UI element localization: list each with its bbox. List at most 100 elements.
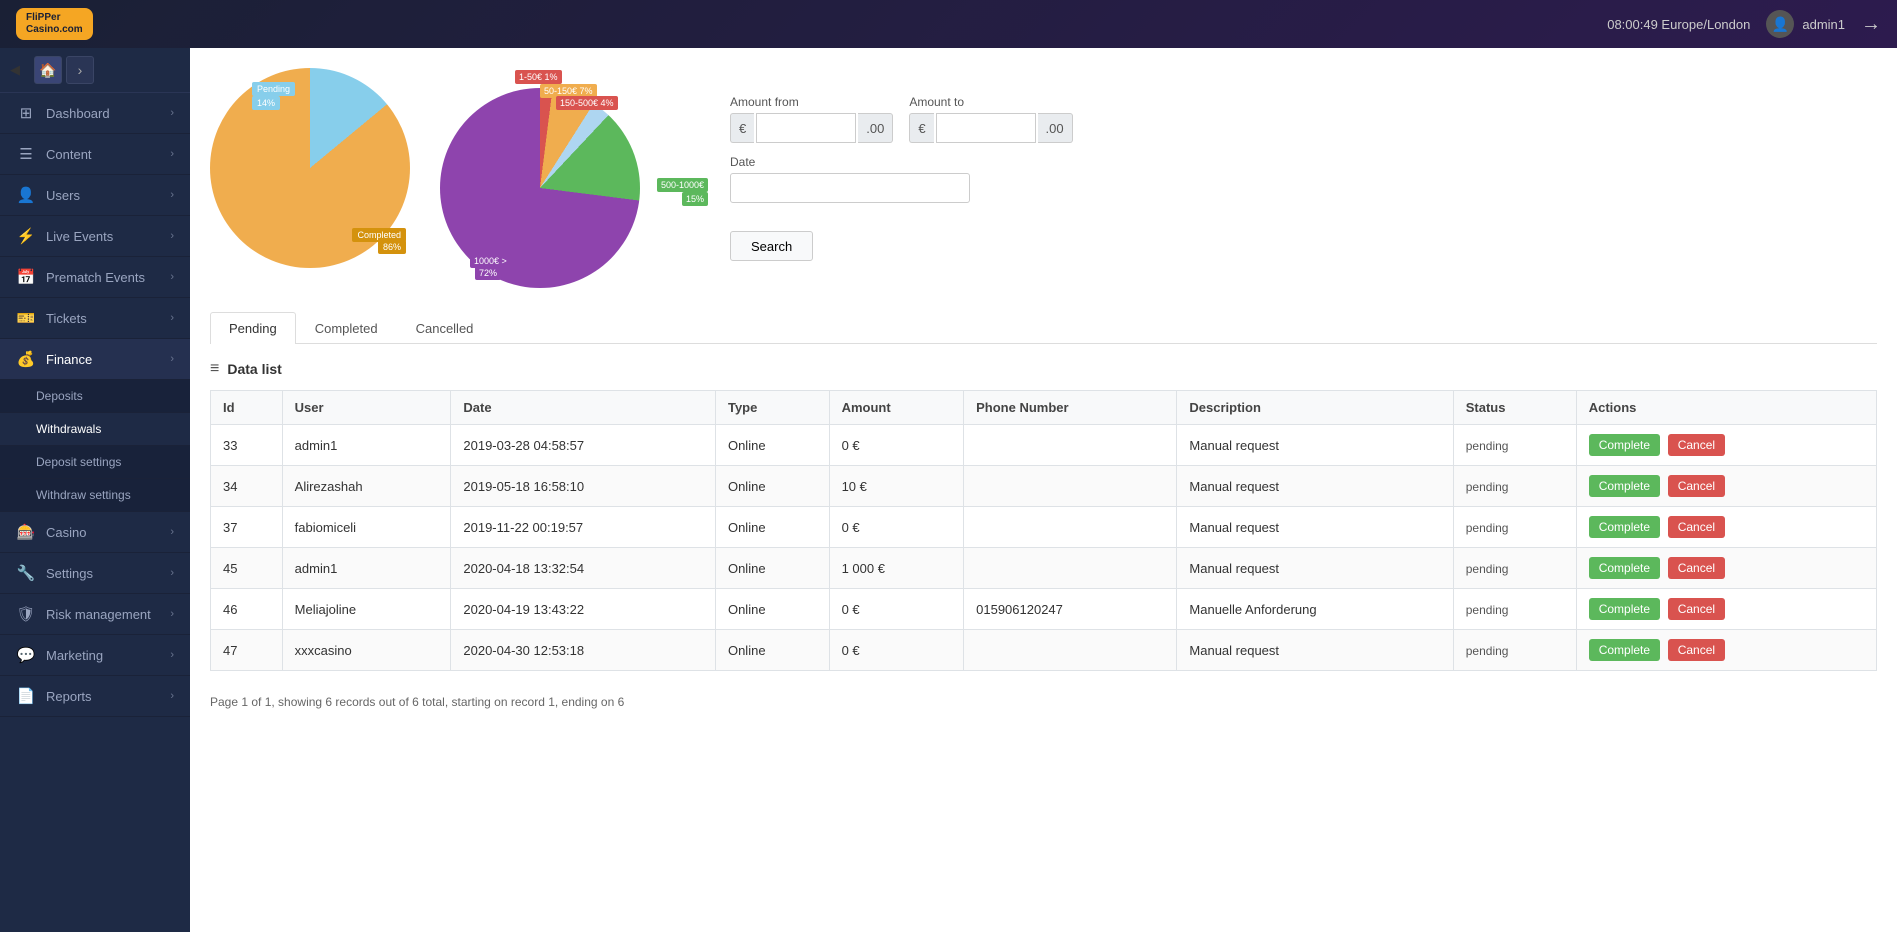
nav-breadcrumb: 🏠 › xyxy=(34,56,94,84)
completed-pct-label: 86% xyxy=(378,240,406,254)
chevron-right-icon: › xyxy=(170,271,174,283)
sidebar-item-risk-management[interactable]: 🛡 Risk management › xyxy=(0,594,190,635)
cell-status: pending xyxy=(1453,466,1576,507)
cell-description: Manual request xyxy=(1177,425,1453,466)
complete-button[interactable]: Complete xyxy=(1589,557,1660,579)
sidebar-subitem-deposits[interactable]: Deposits xyxy=(0,380,190,413)
sidebar-collapse-button[interactable]: ◀ xyxy=(10,62,20,78)
risk-icon: 🛡 xyxy=(16,605,36,623)
sidebar-subitem-deposit-settings[interactable]: Deposit settings xyxy=(0,446,190,479)
sidebar-item-settings[interactable]: 🔧 Settings › xyxy=(0,553,190,594)
sidebar-settings-label: Settings xyxy=(46,566,93,581)
complete-button[interactable]: Complete xyxy=(1589,598,1660,620)
chevron-right-icon: › xyxy=(170,189,174,201)
range-4-label: 500-1000€ xyxy=(657,178,708,192)
cell-user: admin1 xyxy=(282,548,451,589)
sidebar-top: ◀ 🏠 › xyxy=(0,48,190,93)
pagination-text: Page 1 of 1, showing 6 records out of 6 … xyxy=(210,695,624,709)
cell-id: 46 xyxy=(211,589,283,630)
cancel-button[interactable]: Cancel xyxy=(1668,557,1725,579)
logo: FliPPer Casino.com xyxy=(16,8,93,40)
cell-user: xxxcasino xyxy=(282,630,451,671)
cell-actions: Complete Cancel xyxy=(1576,507,1876,548)
cell-id: 34 xyxy=(211,466,283,507)
complete-button[interactable]: Complete xyxy=(1589,639,1660,661)
cancel-button[interactable]: Cancel xyxy=(1668,434,1725,456)
sidebar-item-live-events[interactable]: ⚡ Live Events › xyxy=(0,216,190,257)
cell-type: Online xyxy=(715,425,829,466)
sidebar-live-events-label: Live Events xyxy=(46,229,113,244)
cancel-button[interactable]: Cancel xyxy=(1668,598,1725,620)
col-date: Date xyxy=(451,391,716,425)
sidebar-item-marketing[interactable]: 💬 Marketing › xyxy=(0,635,190,676)
sidebar-item-users[interactable]: 👤 Users › xyxy=(0,175,190,216)
sidebar-item-tickets[interactable]: 🎫 Tickets › xyxy=(0,298,190,339)
col-phone: Phone Number xyxy=(964,391,1177,425)
date-input[interactable] xyxy=(730,173,970,203)
logout-icon[interactable]: → xyxy=(1861,13,1881,36)
cell-type: Online xyxy=(715,507,829,548)
tab-cancelled[interactable]: Cancelled xyxy=(397,312,493,344)
pagination-info: Page 1 of 1, showing 6 records out of 6 … xyxy=(210,687,1877,717)
date-group: Date xyxy=(730,155,970,203)
sidebar-deposits-label: Deposits xyxy=(36,389,83,403)
amount-to-input[interactable] xyxy=(936,113,1036,143)
sidebar-prematch-label: Prematch Events xyxy=(46,270,145,285)
complete-button[interactable]: Complete xyxy=(1589,434,1660,456)
topbar-username: admin1 xyxy=(1802,17,1845,32)
amount-from-currency: € xyxy=(730,113,754,143)
logo-line2: Casino.com xyxy=(26,24,83,36)
col-actions: Actions xyxy=(1576,391,1876,425)
complete-button[interactable]: Complete xyxy=(1589,475,1660,497)
cancel-button[interactable]: Cancel xyxy=(1668,639,1725,661)
table-row: 47 xxxcasino 2020-04-30 12:53:18 Online … xyxy=(211,630,1877,671)
cell-phone xyxy=(964,507,1177,548)
cancel-button[interactable]: Cancel xyxy=(1668,475,1725,497)
date-label: Date xyxy=(730,155,970,169)
sidebar-withdrawals-label: Withdrawals xyxy=(36,422,101,436)
charts-filter-area: Pending 14% Completed 86% xyxy=(210,68,1877,288)
search-button[interactable]: Search xyxy=(730,231,813,261)
reports-icon: 📄 xyxy=(16,687,36,705)
users-icon: 👤 xyxy=(16,186,36,204)
sidebar-item-prematch-events[interactable]: 📅 Prematch Events › xyxy=(0,257,190,298)
table-row: 45 admin1 2020-04-18 13:32:54 Online 1 0… xyxy=(211,548,1877,589)
sidebar-finance-label: Finance xyxy=(46,352,92,367)
nav-forward-button[interactable]: › xyxy=(66,56,94,84)
sidebar-item-dashboard[interactable]: ⊞ Dashboard › xyxy=(0,93,190,134)
sidebar-item-reports[interactable]: 📄 Reports › xyxy=(0,676,190,717)
sidebar-item-label: Dashboard xyxy=(46,106,110,121)
sidebar-item-content[interactable]: ☰ Content › xyxy=(0,134,190,175)
complete-button[interactable]: Complete xyxy=(1589,516,1660,538)
pie-chart-status: Pending 14% Completed 86% xyxy=(210,68,410,288)
cell-phone xyxy=(964,548,1177,589)
user-avatar: 👤 xyxy=(1766,10,1794,38)
cell-id: 47 xyxy=(211,630,283,671)
tab-pending[interactable]: Pending xyxy=(210,312,296,344)
nav-home-button[interactable]: 🏠 xyxy=(34,56,62,84)
date-filter-row: Date xyxy=(730,155,1877,203)
sidebar-item-finance[interactable]: 💰 Finance › xyxy=(0,339,190,380)
cell-type: Online xyxy=(715,630,829,671)
cell-user: admin1 xyxy=(282,425,451,466)
sidebar-subitem-withdraw-settings[interactable]: Withdraw settings xyxy=(0,479,190,512)
settings-icon: 🔧 xyxy=(16,564,36,582)
col-amount: Amount xyxy=(829,391,964,425)
sidebar-subitem-withdrawals[interactable]: Withdrawals xyxy=(0,413,190,446)
cell-type: Online xyxy=(715,589,829,630)
amount-from-input[interactable] xyxy=(756,113,856,143)
chevron-right-icon: › xyxy=(170,608,174,620)
cell-amount: 0 € xyxy=(829,630,964,671)
amount-to-label: Amount to xyxy=(909,95,1072,109)
tabs-bar: Pending Completed Cancelled xyxy=(210,312,1877,344)
cell-phone: 015906120247 xyxy=(964,589,1177,630)
amount-from-suffix: .00 xyxy=(858,113,893,143)
tab-completed[interactable]: Completed xyxy=(296,312,397,344)
sidebar-item-casino[interactable]: 🎰 Casino › xyxy=(0,512,190,553)
pending-pct-label: 14% xyxy=(252,96,280,110)
cancel-button[interactable]: Cancel xyxy=(1668,516,1725,538)
topbar: FliPPer Casino.com 08:00:49 Europe/Londo… xyxy=(0,0,1897,48)
cell-phone xyxy=(964,630,1177,671)
col-type: Type xyxy=(715,391,829,425)
sidebar-reports-label: Reports xyxy=(46,689,92,704)
